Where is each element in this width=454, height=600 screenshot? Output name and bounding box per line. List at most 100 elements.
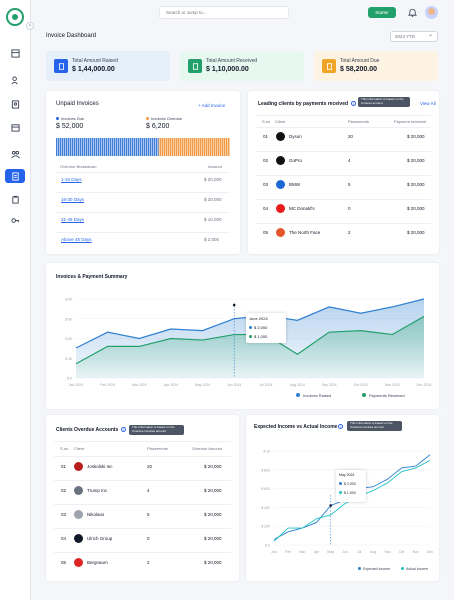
unpaid-ratio-bar <box>56 138 230 156</box>
client-name[interactable]: Bergnaum <box>87 560 108 565</box>
y-tick-label: $ 0 <box>265 544 270 548</box>
client-logo <box>74 462 83 471</box>
x-tick-label: Aug 2024 <box>290 383 305 387</box>
x-tick-label: Oct <box>399 550 404 554</box>
user-avatar[interactable] <box>425 6 438 19</box>
x-tick-label: Apr <box>314 550 320 554</box>
stat-card: Total Amount Received $ 1,10,000.00 <box>180 51 304 81</box>
x-tick-label: May 2024 <box>195 383 210 387</box>
info-icon[interactable]: i <box>121 427 126 432</box>
income-chart-tooltip: May 2024 $ 2,000 $ 1,000 <box>336 470 366 502</box>
client-sno: 02 <box>61 488 67 493</box>
nav-people-icon[interactable] <box>5 73 25 87</box>
x-tick-label: Jul <box>357 550 362 554</box>
client-sno: 05 <box>263 230 269 235</box>
starter-button[interactable]: Starter <box>368 7 396 18</box>
x-tick-label: Jun 2024 <box>227 383 241 387</box>
nav-invoices-icon[interactable] <box>5 169 25 183</box>
overdue-range-link[interactable]: 16-30 Days <box>61 197 84 202</box>
stat-card: Total Amount Due $ 58,200.00 <box>314 51 438 81</box>
hover-point <box>232 303 236 307</box>
client-logo <box>74 510 83 519</box>
client-name[interactable]: The North Face <box>289 230 320 235</box>
coin-icon <box>322 59 336 73</box>
period-select[interactable]: 2024 YTD <box>390 31 438 42</box>
nav-key-icon[interactable] <box>5 213 25 227</box>
client-logo <box>74 486 83 495</box>
nav-clipboard-icon[interactable] <box>5 192 25 206</box>
x-tick-label: Jul 2024 <box>259 383 272 387</box>
stat-value: $ 1,44,000.00 <box>72 66 115 73</box>
breakdown-header: Overdue Breakdown <box>60 164 97 169</box>
summary-chart: $ 0 $ 40 $ 60 $ 80 $ 90 Jan 2024 Feb 2024 Mar 2… <box>65 298 431 388</box>
client-placements: 0 <box>147 536 150 541</box>
nav-contacts-icon[interactable] <box>5 97 25 111</box>
add-invoice-link[interactable]: + Add Invoice <box>198 103 225 108</box>
x-tick-label: Mar 2024 <box>132 383 147 387</box>
client-name[interactable]: BMW <box>289 182 300 187</box>
invoices-overdue-label: Invoices Overdue <box>146 116 182 121</box>
overdue-accounts-card: Clients Overdue Accounts i This informat… <box>46 415 239 581</box>
client-name[interactable]: Dyson <box>289 134 302 139</box>
overdue-range-link[interactable]: 1-15 Days <box>61 177 82 182</box>
info-icon[interactable]: i <box>351 101 356 106</box>
doc-icon <box>54 59 68 73</box>
overdue-range-amount: $ 10,000 <box>204 217 222 222</box>
client-name[interactable]: Nikolaus <box>87 512 104 517</box>
client-name[interactable]: Ulrich Group <box>87 536 112 541</box>
unpaid-invoices-card: Unpaid Invoices + Add Invoice Invoices D… <box>46 91 240 254</box>
client-placements: 20 <box>147 464 153 469</box>
stat-value: $ 1,10,000.00 <box>206 66 249 73</box>
overdue-bar-segment <box>158 138 230 156</box>
client-sno: 04 <box>61 536 67 541</box>
client-sno: 05 <box>61 560 67 565</box>
hover-point <box>329 504 333 507</box>
view-all-link[interactable]: View All <box>420 101 436 106</box>
col-client: Client <box>275 119 286 124</box>
y-tick-label: $ 600 <box>261 487 270 491</box>
overdue-range-amount: $ 20,000 <box>204 177 222 182</box>
x-tick-label: Jun <box>342 550 348 554</box>
client-name[interactable]: MC Donald's <box>289 206 315 211</box>
nav-team-icon[interactable] <box>5 147 25 161</box>
x-tick-label: Aug <box>370 550 376 554</box>
overdue-range-link[interactable]: 31-45 Days <box>61 217 84 222</box>
y-tick-label: $ 80 <box>65 317 72 321</box>
nav-calendar-icon[interactable] <box>5 120 25 134</box>
search-input[interactable] <box>159 6 289 19</box>
y-tick-label: $ 200 <box>261 525 270 529</box>
client-logo <box>276 204 285 213</box>
amount-header: Amount <box>208 164 222 169</box>
nav-dashboard-icon[interactable] <box>5 46 25 60</box>
overdue-accounts-title: Clients Overdue Accounts <box>56 427 119 433</box>
client-name[interactable]: Trump Inc <box>87 488 107 493</box>
client-placements: 5 <box>348 182 351 187</box>
col-sno: S.no <box>60 446 69 451</box>
client-payment: $ 20,000 <box>407 230 425 235</box>
client-sno: 01 <box>263 134 269 139</box>
summary-tooltip: June 2024 $ 2,000 $ 1,000 <box>246 313 286 343</box>
legend-actual: Actual Income <box>401 567 428 571</box>
unpaid-invoices-title: Unpaid Invoices <box>56 101 99 107</box>
page-title: Invoice Dashboard <box>46 33 97 39</box>
overdue-range-link[interactable]: Above 45 Days <box>61 237 92 242</box>
client-placements: 5 <box>147 512 150 517</box>
client-name[interactable]: GoPro <box>289 158 302 163</box>
client-payment: $ 20,000 <box>407 158 425 163</box>
x-tick-label: May <box>327 550 334 554</box>
bell-icon[interactable] <box>408 8 417 17</box>
invoices-due-label: Invoices Due <box>56 116 84 121</box>
x-tick-label: Jan 2024 <box>69 383 83 387</box>
client-logo <box>276 156 285 165</box>
x-tick-label: Oct 2024 <box>354 383 368 387</box>
overdue-tooltip: This information is based on the Overdue… <box>129 425 184 435</box>
client-logo <box>74 534 83 543</box>
client-placements: 2 <box>348 230 351 235</box>
client-sno: 03 <box>263 182 269 187</box>
x-tick-label: Feb 2024 <box>100 383 115 387</box>
x-tick-label: Nov <box>413 550 419 554</box>
col-placements: Placements <box>348 119 369 124</box>
x-tick-label: Feb <box>285 550 291 554</box>
client-name[interactable]: Joskolski Inc <box>87 464 113 469</box>
client-logo <box>276 132 285 141</box>
